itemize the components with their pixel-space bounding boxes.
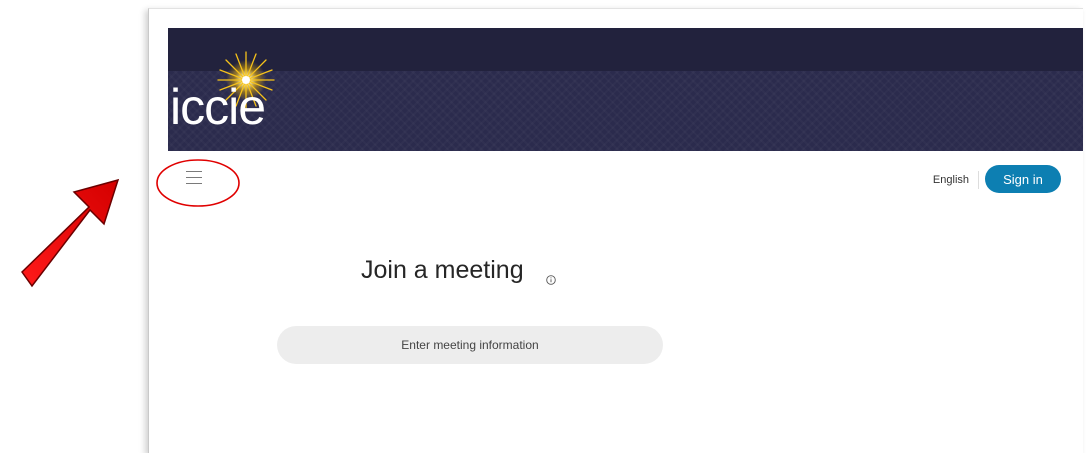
- sign-in-button[interactable]: Sign in: [985, 165, 1061, 193]
- browser-frame: iccie English Sign in: [148, 8, 1083, 453]
- top-toolbar: English Sign in: [168, 151, 1083, 211]
- meeting-info-input[interactable]: [277, 326, 663, 364]
- screenshot-stage: iccie English Sign in Join a meeting: [0, 0, 1086, 453]
- language-selector[interactable]: English: [933, 174, 969, 186]
- iccie-logo: iccie: [170, 51, 290, 136]
- page-title: Join a meeting: [361, 256, 524, 284]
- red-circle-highlight: [156, 159, 240, 207]
- banner-top-strip: [168, 28, 1083, 71]
- red-arrow-icon: [21, 178, 120, 288]
- info-icon[interactable]: [546, 275, 556, 285]
- logo-wordmark: iccie: [170, 79, 266, 135]
- banner-textured-area: [168, 71, 1083, 151]
- toolbar-divider: [978, 171, 979, 189]
- site-banner: iccie: [168, 28, 1083, 151]
